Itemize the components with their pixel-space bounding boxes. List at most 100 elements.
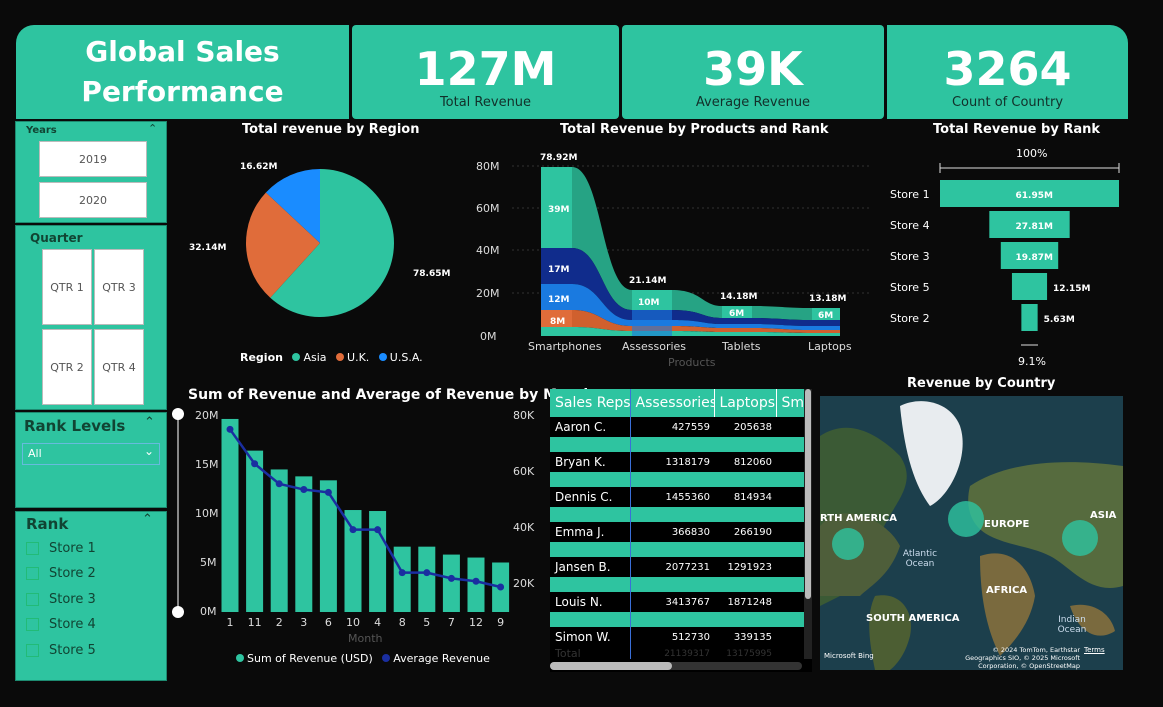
x-axis-label: Products: [668, 356, 716, 369]
map-label: SOUTH AMERICA: [866, 613, 960, 624]
average-revenue-point[interactable]: [447, 574, 455, 582]
range-slider-handle[interactable]: [172, 408, 184, 420]
horizontal-scrollbar[interactable]: [550, 662, 802, 670]
ribbon-title: Total Revenue by Products and Rank: [560, 122, 829, 137]
chevron-up-icon[interactable]: ⌃: [144, 415, 155, 430]
legend-asia[interactable]: Asia: [303, 351, 326, 364]
table-row[interactable]: Simon W. 512730 339135: [550, 627, 804, 647]
legend-dot-icon: [336, 353, 345, 361]
funnel-top-pct: 100%: [1016, 147, 1047, 160]
average-revenue-point[interactable]: [275, 480, 283, 488]
checkbox-icon[interactable]: [26, 593, 39, 606]
pie-title: Total revenue by Region: [242, 122, 420, 137]
ribbon-bar[interactable]: [541, 327, 572, 336]
map-bubble[interactable]: [948, 501, 984, 537]
table-row[interactable]: Emma J. 366830 266190: [550, 522, 804, 542]
revenue-bar[interactable]: [442, 554, 460, 612]
rank-option-label: Store 1: [49, 541, 96, 556]
total-label: 14.18M: [720, 292, 757, 302]
ribbon-chart[interactable]: 80M 60M 40M 20M 0M 78.92M 21.14M 14.18M …: [472, 140, 884, 372]
funnel-bar[interactable]: [1011, 273, 1048, 300]
pie-chart[interactable]: 78.65M 32.14M 16.62M: [175, 140, 470, 375]
legend-uk[interactable]: U.K.: [347, 351, 369, 364]
map-bubble[interactable]: [832, 528, 864, 560]
checkbox-icon[interactable]: [26, 618, 39, 631]
table-row[interactable]: Dennis C. 1455360 814934: [550, 487, 804, 507]
rank-option-store3[interactable]: Store 3: [26, 592, 96, 607]
column-header[interactable]: Laptops: [714, 389, 777, 417]
rank-option-store5[interactable]: Store 5: [26, 643, 96, 658]
funnel-row-label: Store 5: [890, 281, 930, 294]
revenue-bar[interactable]: [467, 557, 485, 612]
revenue-bar[interactable]: [246, 450, 264, 612]
checkbox-icon[interactable]: [26, 542, 39, 555]
revenue-bar[interactable]: [221, 418, 239, 612]
rank-levels-value: All: [28, 447, 42, 460]
checkbox-icon[interactable]: [26, 567, 39, 580]
legend-average-revenue[interactable]: Average Revenue: [393, 652, 490, 665]
rank-option-store4[interactable]: Store 4: [26, 617, 96, 632]
legend-usa[interactable]: U.S.A.: [390, 351, 423, 364]
legend-sum-revenue[interactable]: Sum of Revenue (USD): [247, 652, 373, 665]
table-row[interactable]: Aaron C. 427559 205638: [550, 417, 804, 437]
x-tick: 7: [448, 616, 455, 629]
quarter-option-qtr2[interactable]: QTR 2: [42, 329, 92, 405]
laptops-cell: 1291923: [727, 561, 772, 573]
table-row[interactable]: Bryan K. 1318179 812060: [550, 452, 804, 472]
quarter-option-qtr3[interactable]: QTR 3: [94, 249, 144, 325]
column-header[interactable]: Sm: [776, 389, 805, 417]
map-terms-link[interactable]: Terms: [1084, 646, 1105, 654]
rep-name-cell: Bryan K.: [555, 455, 606, 469]
map-label: EUROPE: [984, 519, 1030, 530]
assessories-cell: 1318179: [665, 456, 710, 468]
average-revenue-point[interactable]: [374, 526, 382, 534]
average-revenue-point[interactable]: [324, 488, 332, 496]
revenue-bar[interactable]: [393, 546, 411, 612]
funnel-chart[interactable]: 100% Store 1 61.95M Store 4 27.81M Store 3 19…: [886, 140, 1126, 372]
rank-option-label: Store 2: [49, 566, 96, 581]
average-revenue-point[interactable]: [349, 526, 357, 534]
rank-levels-dropdown[interactable]: All ⌄: [22, 443, 160, 465]
rep-name-cell: Louis N.: [555, 595, 603, 609]
map-bubble[interactable]: [1062, 520, 1098, 556]
rep-name-cell: Jansen B.: [555, 560, 611, 574]
chevron-up-icon[interactable]: ⌃: [142, 512, 153, 527]
vertical-scrollbar[interactable]: [804, 389, 812, 659]
revenue-bar[interactable]: [270, 469, 288, 612]
ribbon-bar[interactable]: [632, 310, 672, 336]
average-revenue-point[interactable]: [423, 569, 431, 577]
column-header[interactable]: Assessories: [630, 389, 715, 417]
checkbox-icon[interactable]: [26, 644, 39, 657]
table-row[interactable]: Louis N. 3413767 1871248: [550, 592, 804, 612]
average-revenue-point[interactable]: [398, 569, 406, 577]
average-revenue-line[interactable]: [228, 428, 501, 589]
x-tick: 9: [497, 616, 504, 629]
revenue-bar[interactable]: [418, 546, 436, 612]
sales-reps-table[interactable]: Sales Reps Assessories Laptops Sm Aaron C. 42…: [550, 389, 812, 672]
rank-option-store1[interactable]: Store 1: [26, 541, 96, 556]
rank-levels-slicer: Rank Levels ⌃ All ⌄: [15, 412, 167, 508]
average-revenue-point[interactable]: [472, 577, 480, 585]
combo-chart[interactable]: 20M 15M 10M 5M 0M 80K 60K 40K 20K 1 11 2 3 6…: [170, 402, 540, 677]
revenue-bar[interactable]: [295, 476, 313, 612]
year-option-2020[interactable]: 2020: [39, 182, 147, 218]
year-option-2019[interactable]: 2019: [39, 141, 147, 177]
funnel-bar[interactable]: [1021, 304, 1038, 331]
table-row[interactable]: Jansen B. 2077231 1291923: [550, 557, 804, 577]
range-slider-handle[interactable]: [172, 606, 184, 618]
average-revenue-point[interactable]: [251, 460, 259, 468]
average-revenue-point[interactable]: [226, 425, 234, 433]
quarter-option-qtr4[interactable]: QTR 4: [94, 329, 144, 405]
quarter-option-qtr1[interactable]: QTR 1: [42, 249, 92, 325]
rank-option-store2[interactable]: Store 2: [26, 566, 96, 581]
average-revenue-point[interactable]: [300, 486, 308, 494]
table-header-row: Sales Reps Assessories Laptops Sm: [550, 389, 805, 417]
revenue-map[interactable]: RTH AMERICA EUROPE ASIA Atlantic Ocean A…: [820, 396, 1123, 670]
rank-option-label: Store 4: [49, 617, 96, 632]
average-revenue-point[interactable]: [497, 583, 505, 591]
column-header[interactable]: Sales Reps: [550, 389, 631, 417]
chevron-up-icon[interactable]: ⌃: [148, 122, 157, 135]
inner-label: 6M: [818, 311, 833, 321]
revenue-bar[interactable]: [344, 510, 362, 612]
assessories-cell: 1455360: [665, 491, 710, 503]
